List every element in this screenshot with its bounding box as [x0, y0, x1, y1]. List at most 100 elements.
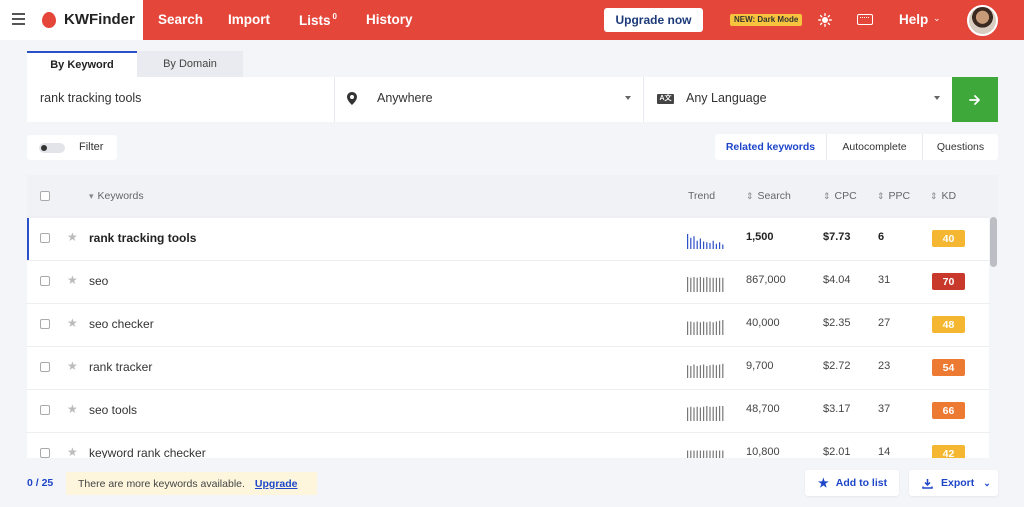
trend-bar: [693, 407, 695, 421]
col-search[interactable]: ⇕ Search: [746, 190, 791, 202]
row-checkbox[interactable]: [40, 448, 50, 458]
chevron-down-icon: ⌄: [983, 477, 991, 488]
trend-bar: [715, 277, 717, 292]
trend-bar: [699, 277, 701, 292]
nav-import[interactable]: Import: [228, 12, 270, 27]
trend-bar: [690, 277, 692, 292]
star-icon[interactable]: ★: [67, 273, 78, 287]
dark-mode-badge[interactable]: NEW: Dark Mode: [730, 14, 803, 26]
brand-area: KWFinder: [0, 0, 143, 40]
kd-badge: 48: [932, 316, 965, 333]
menu-icon[interactable]: [12, 13, 25, 25]
scrollbar-thumb[interactable]: [990, 217, 997, 267]
keyboard-icon[interactable]: [857, 14, 873, 25]
notice-upgrade-link[interactable]: Upgrade: [255, 478, 298, 490]
trend-bar: [712, 322, 714, 335]
location-caret-icon[interactable]: [625, 96, 631, 100]
table-row[interactable]: ★ seo checker 40,000 $2.35 27 48: [27, 303, 989, 346]
trend-bar: [719, 364, 721, 378]
row-checkbox[interactable]: [40, 405, 50, 415]
col-keywords[interactable]: ▾ Keywords: [89, 190, 144, 202]
user-avatar[interactable]: [967, 5, 998, 36]
add-to-list-label: Add to list: [835, 477, 888, 489]
trend-bar: [709, 321, 711, 335]
keyword-cell: seo: [89, 274, 109, 288]
col-cpc[interactable]: ⇕ CPC: [823, 190, 857, 202]
trend-bar: [719, 450, 721, 458]
trend-sparkline: [687, 406, 724, 421]
table-row[interactable]: ★ rank tracker 9,700 $2.72 23 54: [27, 346, 989, 389]
nav-history[interactable]: History: [366, 12, 413, 27]
sort-icon: ⇕: [930, 191, 938, 201]
row-checkbox[interactable]: [40, 276, 50, 286]
row-checkbox[interactable]: [40, 233, 50, 243]
divider: [643, 77, 644, 122]
trend-sparkline: [687, 320, 724, 335]
trend-bar: [703, 406, 705, 421]
tab-autocomplete[interactable]: Autocomplete: [827, 134, 922, 160]
keyword-input[interactable]: [40, 91, 320, 105]
col-trend: Trend: [688, 190, 716, 202]
trend-bar: [696, 277, 698, 292]
trend-sparkline: [687, 277, 724, 292]
row-checkbox[interactable]: [40, 362, 50, 372]
tab-by-keyword[interactable]: By Keyword: [27, 51, 137, 77]
trend-bar: [719, 242, 721, 249]
download-icon: [922, 478, 933, 489]
sort-icon: ⇕: [877, 191, 885, 201]
trend-sparkline: [687, 234, 724, 249]
trend-bar: [696, 240, 698, 249]
star-icon[interactable]: ★: [67, 359, 78, 373]
kwfinder-logo-icon: [42, 12, 56, 28]
help-menu[interactable]: Help: [899, 12, 928, 27]
search-volume-cell: 48,700: [746, 403, 780, 415]
keyword-cell: rank tracking tools: [89, 231, 197, 245]
table-row[interactable]: ★ seo 867,000 $4.04 31 70: [27, 260, 989, 303]
keyword-cell: keyword rank checker: [89, 446, 206, 458]
tab-related-keywords[interactable]: Related keywords: [715, 134, 826, 160]
col-ppc-label: PPC: [888, 190, 911, 202]
location-select[interactable]: Anywhere: [377, 91, 433, 105]
search-volume-cell: 9,700: [746, 360, 774, 372]
trend-bar: [719, 320, 721, 335]
trend-bar: [699, 407, 701, 421]
trend-bar: [703, 364, 705, 378]
col-kd[interactable]: ⇕ KD: [930, 190, 956, 202]
trend-bar: [712, 240, 714, 249]
trend-bar: [706, 406, 708, 421]
language-select[interactable]: Any Language: [686, 91, 767, 105]
trend-bar: [712, 364, 714, 378]
col-ppc[interactable]: ⇕ PPC: [877, 190, 910, 202]
star-icon[interactable]: ★: [67, 402, 78, 416]
search-submit-button[interactable]: [952, 77, 998, 122]
trend-bar: [706, 450, 708, 458]
trend-sparkline: [687, 450, 724, 458]
star-icon[interactable]: ★: [67, 445, 78, 458]
ppc-cell: 23: [878, 360, 891, 372]
trend-bar: [703, 321, 705, 335]
app-name[interactable]: KWFinder: [64, 11, 135, 28]
select-all-checkbox[interactable]: [40, 191, 50, 201]
sun-icon[interactable]: [818, 13, 832, 27]
search-form: Anywhere A文 Any Language: [27, 77, 998, 122]
nav-search[interactable]: Search: [158, 12, 203, 27]
star-icon[interactable]: ★: [67, 230, 78, 244]
filter-toggle-button[interactable]: Filter: [27, 135, 117, 160]
filter-toggle[interactable]: [39, 143, 65, 153]
trend-bar: [693, 322, 695, 335]
language-caret-icon[interactable]: [934, 96, 940, 100]
row-checkbox[interactable]: [40, 319, 50, 329]
tab-questions[interactable]: Questions: [923, 134, 998, 160]
star-icon[interactable]: ★: [67, 316, 78, 330]
table-row[interactable]: ★ seo tools 48,700 $3.17 37 66: [27, 389, 989, 432]
tab-by-domain[interactable]: By Domain: [137, 51, 243, 77]
upgrade-now-button[interactable]: Upgrade now: [604, 8, 703, 32]
table-row[interactable]: ★ rank tracking tools 1,500 $7.73 6 40: [27, 217, 989, 260]
export-button[interactable]: Export ⌄: [909, 470, 998, 496]
table-scrollbar[interactable]: [989, 217, 998, 458]
add-to-list-button[interactable]: ★ Add to list: [805, 470, 899, 496]
table-row[interactable]: ★ keyword rank checker 10,800 $2.01 14 4…: [27, 432, 989, 458]
search-volume-cell: 1,500: [746, 231, 774, 243]
trend-bar: [687, 234, 689, 249]
nav-lists[interactable]: Lists 0: [299, 12, 337, 28]
